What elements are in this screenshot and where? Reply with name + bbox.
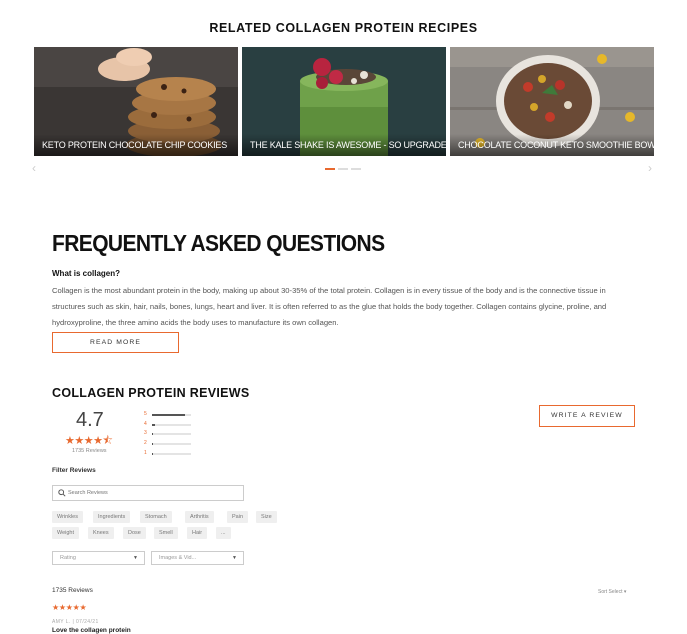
carousel-dot[interactable] (351, 168, 361, 170)
carousel-pagination (325, 168, 363, 171)
search-reviews-field[interactable] (52, 485, 244, 501)
faq-answer: Collagen is the most abundant protein in… (52, 283, 622, 331)
filter-chip[interactable]: Hair (187, 527, 207, 539)
rating-bar-label: 4 (144, 421, 147, 428)
total-reviews: 1735 Reviews (52, 587, 93, 594)
search-icon (58, 489, 66, 497)
rating-bar-row[interactable]: 4 (144, 421, 194, 428)
rating-select[interactable]: Rating ▼ (52, 551, 145, 565)
media-select-value: Images & Vid... (159, 555, 196, 561)
chevron-down-icon: ▼ (133, 552, 138, 564)
carousel-next-button[interactable]: › (648, 161, 652, 175)
rating-bar-fill (152, 433, 153, 435)
filter-chip[interactable]: ... (216, 527, 231, 539)
filter-chip[interactable]: Pain (227, 511, 248, 523)
related-recipes-heading: RELATED COLLAGEN PROTEIN RECIPES (0, 21, 687, 35)
rating-bar-fill (152, 424, 155, 426)
recipe-card-smoothie-bowl[interactable]: CHOCOLATE COCONUT KETO SMOOTHIE BOWL (450, 47, 654, 156)
recipe-card-kale-shake[interactable]: THE KALE SHAKE IS AWESOME - SO UPGRADE I… (242, 47, 446, 156)
average-rating: 4.7 (76, 409, 104, 432)
rating-bar-track (152, 433, 191, 435)
faq-question: What is collagen? (52, 269, 120, 278)
filter-chip[interactable]: Ingredients (93, 511, 130, 523)
rating-bar-row[interactable]: 2 (144, 440, 194, 447)
rating-bar-track (152, 424, 191, 426)
review-title: Love the collagen protein (52, 627, 131, 634)
recipe-card-caption: THE KALE SHAKE IS AWESOME - SO UPGRADE I… (242, 134, 446, 156)
carousel-prev-button[interactable]: ‹ (32, 161, 36, 175)
rating-bar-fill (152, 414, 185, 416)
review-stars-icon: ★★★★★ (52, 603, 86, 612)
chevron-down-icon: ▼ (232, 552, 237, 564)
rating-bar-track (152, 443, 191, 445)
filter-chip[interactable]: Smell (154, 527, 178, 539)
media-select[interactable]: Images & Vid... ▼ (151, 551, 244, 565)
recipe-card-caption: KETO PROTEIN CHOCOLATE CHIP COOKIES (34, 134, 238, 156)
filter-chip[interactable]: Knees (88, 527, 114, 539)
rating-bar-label: 2 (144, 440, 147, 447)
rating-bar-label: 5 (144, 411, 147, 418)
review-author-date: AMY L. | 07/24/21 (52, 619, 99, 625)
rating-bar-fill (152, 453, 153, 455)
carousel-dot[interactable] (338, 168, 348, 170)
search-reviews-input[interactable] (68, 488, 238, 498)
rating-bar-track (152, 414, 191, 416)
filter-chip[interactable]: Weight (52, 527, 79, 539)
review-count: 1735 Reviews (72, 448, 107, 454)
rating-bar-label: 1 (144, 450, 147, 457)
write-review-button[interactable]: WRITE A REVIEW (539, 405, 635, 427)
filter-chip[interactable]: Size (256, 511, 277, 523)
sort-select[interactable]: Sort Select ▾ (598, 589, 626, 595)
chevron-right-icon: › (648, 161, 652, 175)
recipe-card-cookies[interactable]: KETO PROTEIN CHOCOLATE CHIP COOKIES (34, 47, 238, 156)
rating-bar-row[interactable]: 5 (144, 411, 194, 418)
read-more-button[interactable]: READ MORE (52, 332, 179, 353)
chevron-left-icon: ‹ (32, 161, 36, 175)
carousel-dot-active[interactable] (325, 168, 335, 170)
rating-bar-label: 3 (144, 430, 147, 437)
filter-chip[interactable]: Wrinkles (52, 511, 83, 523)
recipe-card-caption: CHOCOLATE COCONUT KETO SMOOTHIE BOWL (450, 134, 654, 156)
filter-chip[interactable]: Stomach (140, 511, 172, 523)
rating-bar-row[interactable]: 3 (144, 430, 194, 437)
filter-reviews-label: Filter Reviews (52, 467, 96, 474)
filter-chip[interactable]: Dose (123, 527, 146, 539)
rating-select-value: Rating (60, 555, 76, 561)
rating-bar-row[interactable]: 1 (144, 450, 194, 457)
reviews-heading: COLLAGEN PROTEIN REVIEWS (52, 386, 250, 400)
faq-heading: FREQUENTLY ASKED QUESTIONS (52, 231, 385, 258)
filter-chip[interactable]: Arthritis (185, 511, 214, 523)
rating-bar-track (152, 453, 191, 455)
